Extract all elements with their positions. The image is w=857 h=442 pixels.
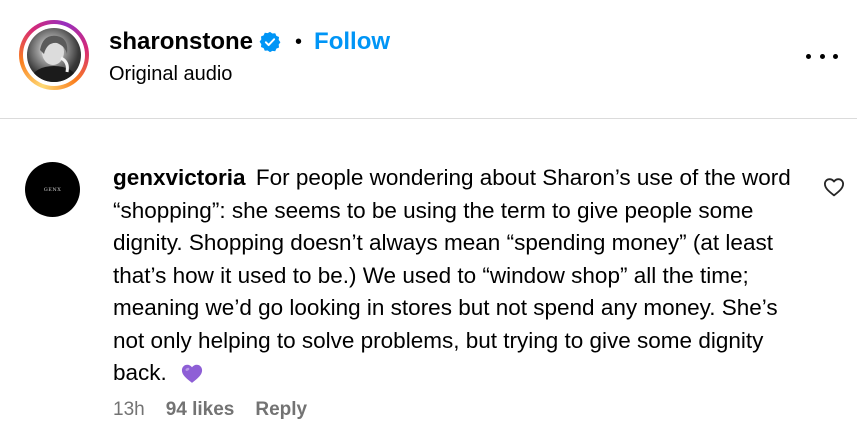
- verified-badge-icon: [259, 31, 281, 53]
- story-ring[interactable]: [19, 20, 89, 90]
- username-row: sharonstone • Follow: [109, 27, 390, 57]
- post-header: sharonstone • Follow Original audio: [0, 0, 857, 118]
- comment-time[interactable]: 13h: [113, 399, 145, 421]
- purple-heart-emoji-icon: [181, 361, 203, 383]
- comment-username[interactable]: genxvictoria: [113, 165, 246, 190]
- avatar-frame: [23, 24, 85, 86]
- avatar-logo-text: GENX: [43, 186, 62, 193]
- separator-dot: •: [295, 31, 303, 53]
- reply-button[interactable]: Reply: [255, 399, 307, 421]
- heart-outline-icon[interactable]: [823, 177, 845, 197]
- audio-link[interactable]: Original audio: [109, 63, 232, 86]
- more-options-icon[interactable]: [806, 44, 838, 68]
- comment-likes[interactable]: 94 likes: [166, 399, 235, 421]
- more-dot: [833, 53, 838, 59]
- comment-text: For people wondering about Sharon’s use …: [113, 165, 791, 385]
- comment-avatar[interactable]: GENX: [25, 162, 80, 217]
- comment-body: genxvictoria For people wondering about …: [113, 162, 803, 390]
- more-dot: [819, 53, 825, 59]
- follow-button[interactable]: Follow: [314, 28, 390, 56]
- header-divider: [0, 118, 857, 119]
- user-photo-icon: [27, 28, 81, 82]
- more-dot: [806, 53, 811, 59]
- post-username[interactable]: sharonstone: [109, 28, 253, 56]
- comment-meta: 13h 94 likes Reply: [113, 398, 307, 422]
